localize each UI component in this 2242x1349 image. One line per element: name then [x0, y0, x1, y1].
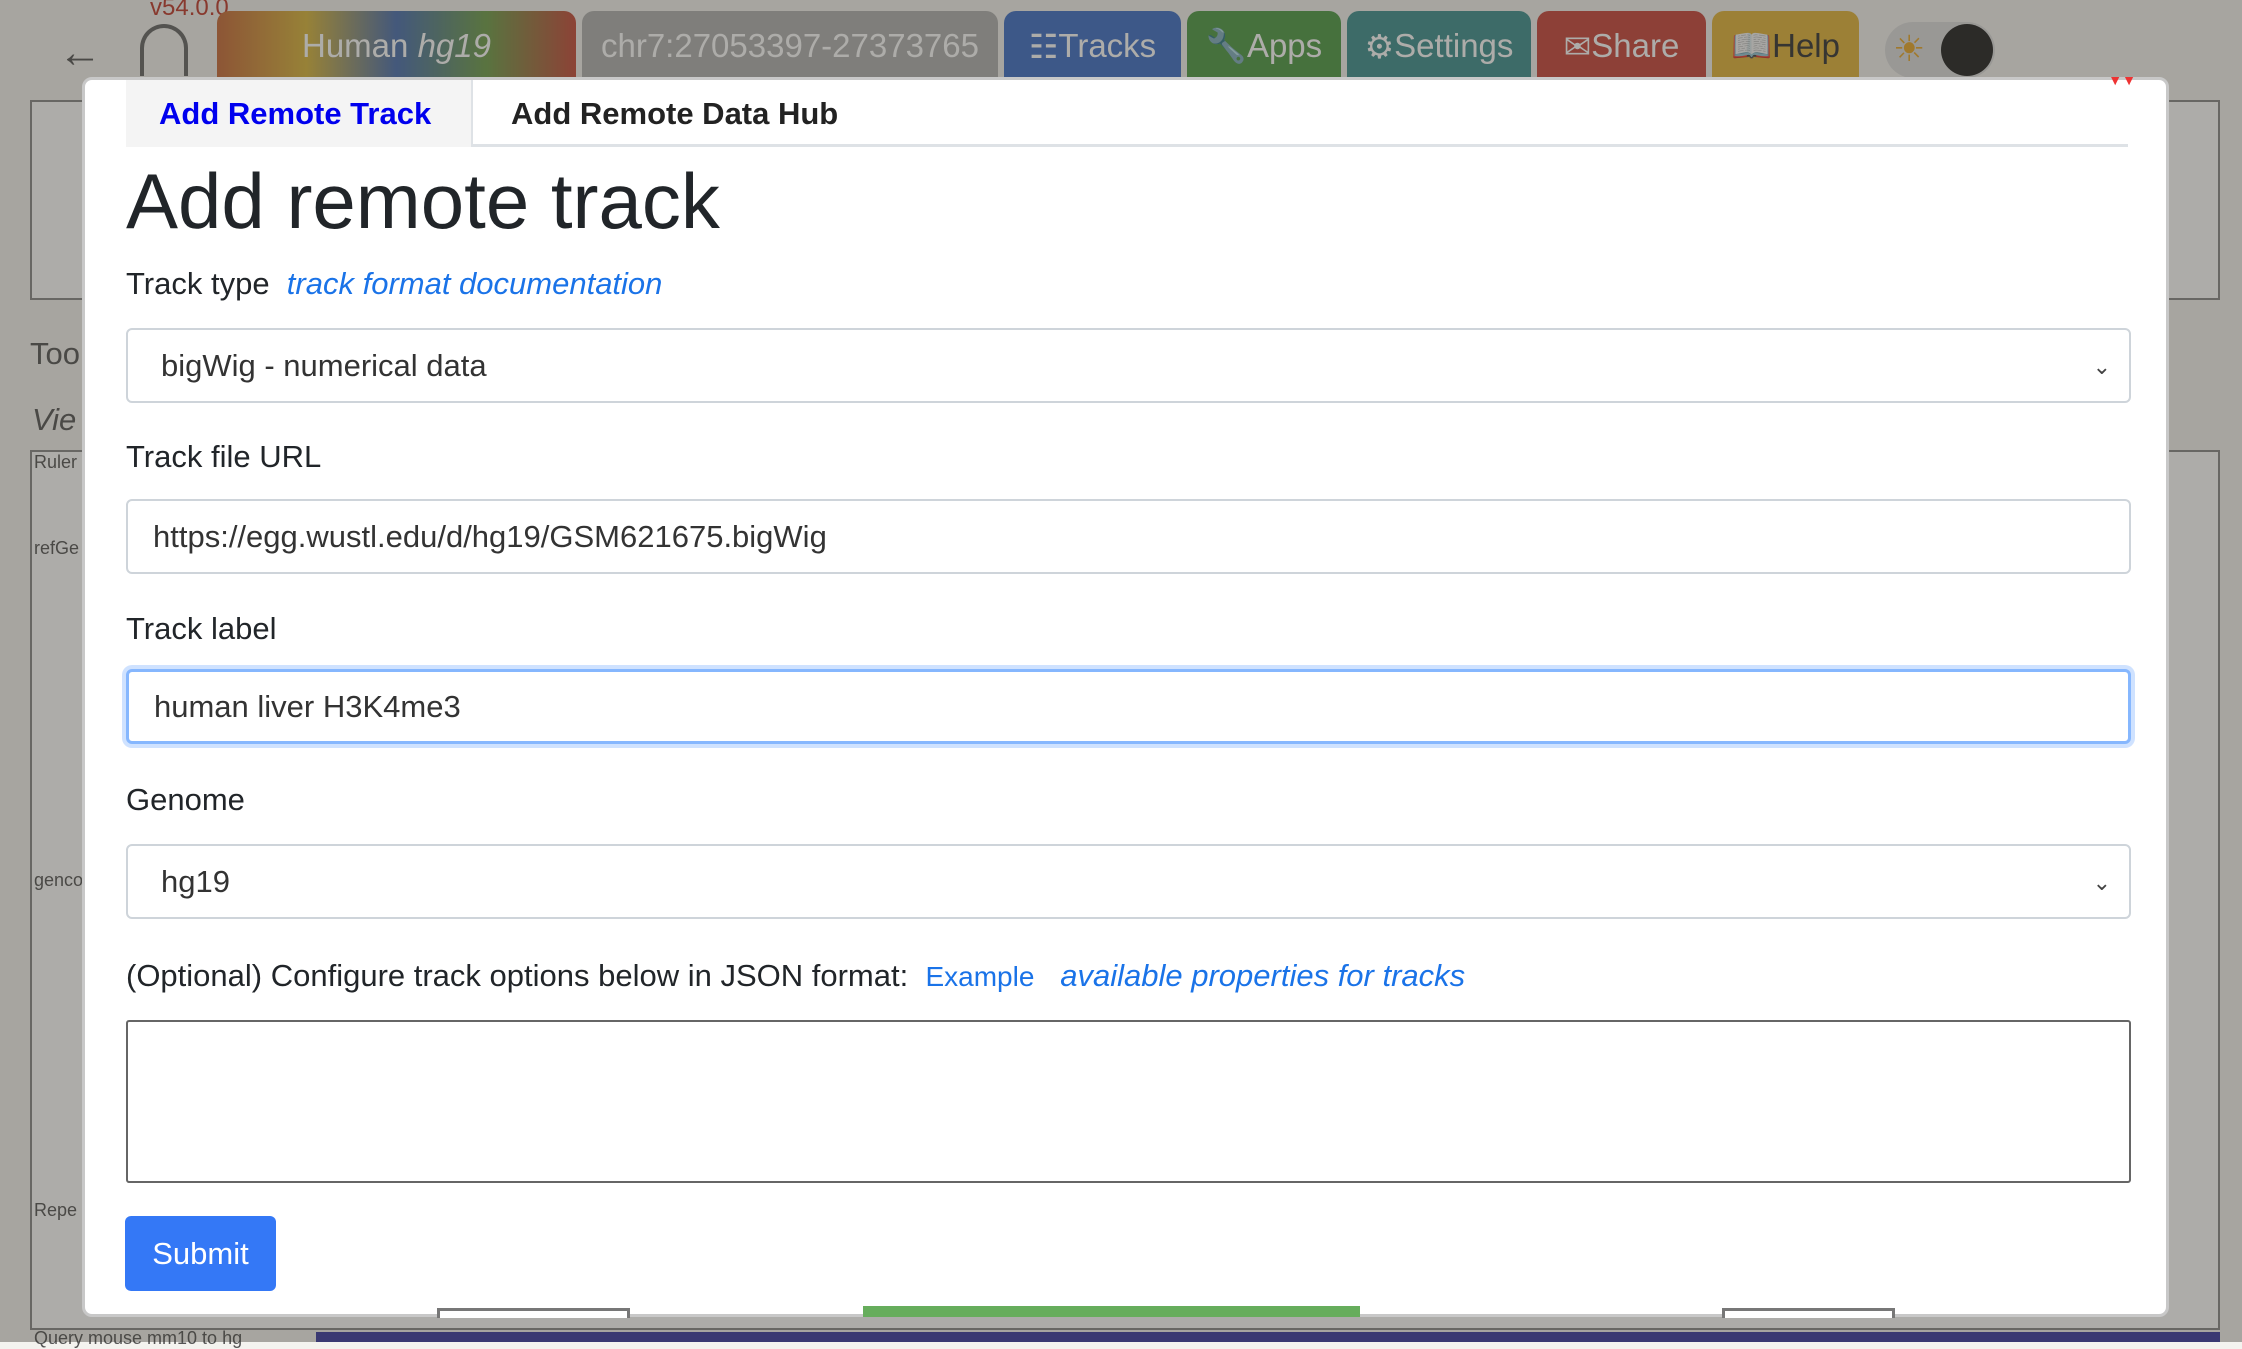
modal-tabs: Add Remote Track Add Remote Data Hub [126, 80, 2128, 147]
track-type-label: Track type [126, 266, 270, 301]
close-marker-icon[interactable]: ▼▼ [2108, 72, 2136, 88]
background-control [1722, 1308, 1895, 1318]
genome-select[interactable]: hg19 ⌄ [126, 844, 2131, 919]
options-label: (Optional) Configure track options below… [126, 958, 909, 993]
example-link[interactable]: Example [925, 961, 1034, 992]
tab-add-remote-track[interactable]: Add Remote Track [126, 80, 473, 147]
tab-add-remote-data-hub[interactable]: Add Remote Data Hub [478, 80, 871, 147]
track-label-input[interactable]: human liver H3K4me3 [126, 669, 2131, 744]
background-progress [863, 1306, 1360, 1317]
track-properties-link[interactable]: available properties for tracks [1060, 958, 1465, 993]
submit-button[interactable]: Submit [125, 1216, 276, 1291]
genome-label: Genome [126, 782, 245, 817]
chevron-down-icon: ⌄ [2092, 354, 2111, 379]
genome-value: hg19 [161, 863, 230, 899]
page-title: Add remote track [126, 157, 720, 245]
track-url-label: Track file URL [126, 439, 322, 474]
options-row: (Optional) Configure track options below… [126, 958, 1465, 994]
track-type-row: Track type track format documentation [126, 266, 662, 302]
track-type-value: bigWig - numerical data [161, 347, 487, 383]
chevron-down-icon: ⌄ [2092, 870, 2111, 895]
add-remote-track-dialog: Add Remote Track Add Remote Data Hub ▼▼ … [82, 72, 2169, 1317]
background-control [437, 1308, 630, 1318]
track-label-label: Track label [126, 611, 277, 646]
track-type-select[interactable]: bigWig - numerical data ⌄ [126, 328, 2131, 403]
track-options-textarea[interactable] [126, 1020, 2131, 1183]
track-format-doc-link[interactable]: track format documentation [287, 266, 663, 301]
track-url-input[interactable]: https://egg.wustl.edu/d/hg19/GSM621675.b… [126, 499, 2131, 574]
